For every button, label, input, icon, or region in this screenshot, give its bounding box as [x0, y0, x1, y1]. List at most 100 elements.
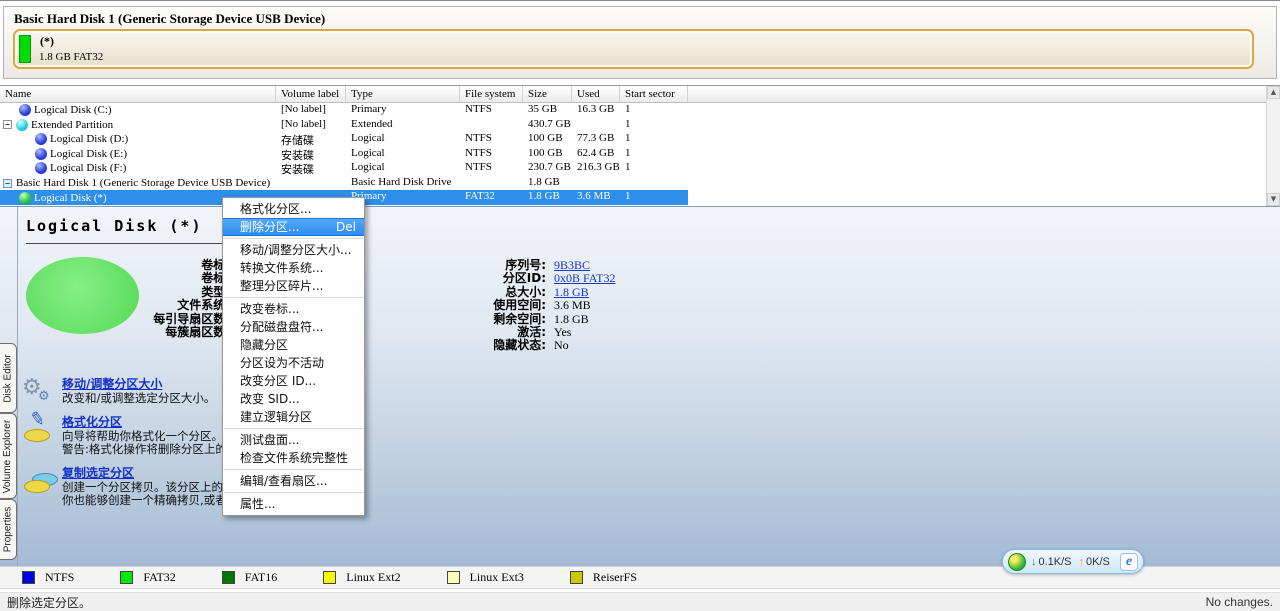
legend-label: FAT32: [143, 570, 175, 585]
disk-icon: [16, 119, 28, 131]
property-label: 使用空间:: [384, 299, 546, 312]
menu-item[interactable]: 分区设为不活动: [223, 354, 364, 372]
table-row[interactable]: Logical Disk (E:)安装碟LogicalNTFS100 GB62.…: [0, 147, 1280, 162]
collapse-toggle-icon[interactable]: −: [3, 120, 12, 129]
menu-item[interactable]: 分配磁盘盘符...: [223, 318, 364, 336]
row-cell-used: 216.3 GB: [572, 161, 620, 176]
sidebar-tab-disk-editor[interactable]: Disk Editor: [0, 343, 17, 413]
row-cell-file_system: NTFS: [460, 132, 523, 147]
collapse-toggle-icon[interactable]: −: [3, 179, 12, 188]
menu-item[interactable]: 整理分区碎片...: [223, 277, 364, 295]
menu-item[interactable]: 转换文件系统...: [223, 259, 364, 277]
row-name-label: Logical Disk (D:): [50, 133, 128, 145]
menu-item[interactable]: 编辑/查看扇区...: [223, 472, 364, 490]
row-cell-used: [572, 118, 620, 133]
property-value[interactable]: 1.8 GB: [554, 286, 589, 299]
table-row[interactable]: −Basic Hard Disk 1 (Generic Storage Devi…: [0, 176, 1280, 191]
sidebar-tab-properties[interactable]: Properties: [0, 499, 17, 560]
security-suite-icon[interactable]: [1008, 553, 1026, 571]
gear-icon: ⚙⚙: [22, 377, 62, 406]
legend-swatch-reiserfs: [570, 571, 583, 584]
row-cell-used: 77.3 GB: [572, 132, 620, 147]
menu-item[interactable]: 改变卷标...: [223, 300, 364, 318]
menu-item-label: 改变卷标...: [240, 300, 299, 318]
row-name-cell: Logical Disk (C:): [0, 103, 276, 118]
action-link[interactable]: 复制选定分区: [62, 466, 246, 481]
row-cell-type: Extended: [346, 118, 460, 133]
menu-item[interactable]: 格式化分区...: [223, 200, 364, 218]
menu-item[interactable]: 移动/调整分区大小...: [223, 241, 364, 259]
row-name-label: Extended Partition: [31, 119, 113, 131]
row-cell-used: 3.6 MB: [572, 190, 620, 205]
table-row[interactable]: Logical Disk (C:)[No label]PrimaryNTFS35…: [0, 103, 1280, 118]
property-row: 隐藏状态:No: [384, 339, 615, 352]
menu-item[interactable]: 删除分区...Del: [223, 218, 364, 236]
column-header-start-sector[interactable]: Start sector: [620, 86, 688, 102]
legend-swatch-linux-ext2: [323, 571, 336, 584]
property-value[interactable]: 0x0B FAT32: [554, 272, 615, 285]
row-cell-size: 100 GB: [523, 147, 572, 162]
partition-bar[interactable]: (*) 1.8 GB FAT32: [13, 29, 1254, 69]
gear-small-icon: ⚙: [38, 389, 50, 404]
row-cell-size: 1.8 GB: [523, 190, 572, 205]
row-cell-type: Primary: [346, 103, 460, 118]
properties-right-list: 序列号:9B3BC分区ID:0x0B FAT32总大小:1.8 GB使用空间:3…: [384, 259, 615, 353]
legend-item: Linux Ext3: [447, 570, 524, 585]
action-link[interactable]: 移动/调整分区大小: [62, 377, 215, 392]
row-cell-volume_label: 安装碟: [276, 147, 346, 162]
disk-map-panel: Basic Hard Disk 1 (Generic Storage Devic…: [3, 6, 1277, 79]
menu-item[interactable]: 建立逻辑分区: [223, 408, 364, 426]
row-cell-type: Basic Hard Disk Drive: [346, 176, 460, 191]
row-cell-start_sector: 1: [620, 190, 688, 205]
table-row[interactable]: Logical Disk (F:)安装碟LogicalNTFS230.7 GB2…: [0, 161, 1280, 176]
row-cell-filler: [688, 190, 1280, 205]
column-header-type[interactable]: Type: [346, 86, 460, 102]
row-cell-filler: [688, 132, 1280, 147]
menu-item-label: 移动/调整分区大小...: [240, 241, 352, 259]
menu-item[interactable]: 隐藏分区: [223, 336, 364, 354]
table-row[interactable]: Logical Disk (*)PrimaryFAT321.8 GB3.6 MB…: [0, 190, 1280, 205]
property-value[interactable]: 9B3BC: [554, 259, 590, 272]
column-header-size[interactable]: Size: [523, 86, 572, 102]
action-description: 创建一个分区拷贝。该分区上的所有: [62, 481, 246, 495]
browser-icon[interactable]: e: [1120, 553, 1138, 571]
row-cell-start_sector: 1: [620, 103, 688, 118]
network-speed-widget[interactable]: ↓ 0.1K/S ↑ 0K/S e: [1002, 549, 1144, 574]
column-header-volume-label[interactable]: Volume label: [276, 86, 346, 102]
row-cell-used: [572, 176, 620, 191]
property-value: 1.8 GB: [554, 313, 589, 326]
download-speed: 0.1K/S: [1039, 556, 1072, 568]
scroll-down-icon[interactable]: ▼: [1267, 193, 1280, 206]
menu-item-label: 改变分区 ID...: [240, 372, 316, 390]
menu-separator: [224, 469, 363, 470]
row-cell-file_system: NTFS: [460, 103, 523, 118]
action-description: 警告:格式化操作将删除分区上的所: [62, 443, 238, 457]
table-row[interactable]: −Extended Partition[No label]Extended430…: [0, 118, 1280, 133]
menu-item[interactable]: 属性...: [223, 495, 364, 513]
menu-item[interactable]: 测试盘面...: [223, 431, 364, 449]
property-value: 3.6 MB: [554, 299, 591, 312]
property-row: 分区ID:0x0B FAT32: [384, 272, 615, 285]
row-cell-file_system: [460, 176, 523, 191]
sidebar-tab-volume-explorer[interactable]: Volume Explorer: [0, 413, 17, 499]
action-link[interactable]: 格式化分区: [62, 415, 238, 430]
column-header-used[interactable]: Used: [572, 86, 620, 102]
menu-item-label: 测试盘面...: [240, 431, 299, 449]
disk-icon: [35, 148, 47, 160]
scroll-up-icon[interactable]: ▲: [1267, 86, 1280, 99]
menu-item[interactable]: 检查文件系统完整性: [223, 449, 364, 467]
table-scrollbar[interactable]: ▲ ▼: [1266, 86, 1280, 206]
menu-item[interactable]: 改变 SID...: [223, 390, 364, 408]
menu-item[interactable]: 改变分区 ID...: [223, 372, 364, 390]
menu-item-label: 属性...: [240, 495, 275, 513]
table-row[interactable]: Logical Disk (D:)存储碟LogicalNTFS100 GB77.…: [0, 132, 1280, 147]
partition-manager-window: { "disk_map": { "title": "Basic Hard Dis…: [0, 0, 1280, 610]
legend-swatch-fat32: [120, 571, 133, 584]
row-name-label: Logical Disk (E:): [50, 148, 127, 160]
column-header-file-system[interactable]: File system: [460, 86, 523, 102]
column-header-name[interactable]: Name: [0, 86, 276, 102]
action-text: 复制选定分区创建一个分区拷贝。该分区上的所有你也能够创建一个精确拷贝,或者仅: [62, 466, 246, 508]
partition-table: NameVolume labelTypeFile systemSizeUsedS…: [0, 85, 1280, 206]
column-header-filler: [688, 86, 1280, 102]
menu-separator: [224, 297, 363, 298]
